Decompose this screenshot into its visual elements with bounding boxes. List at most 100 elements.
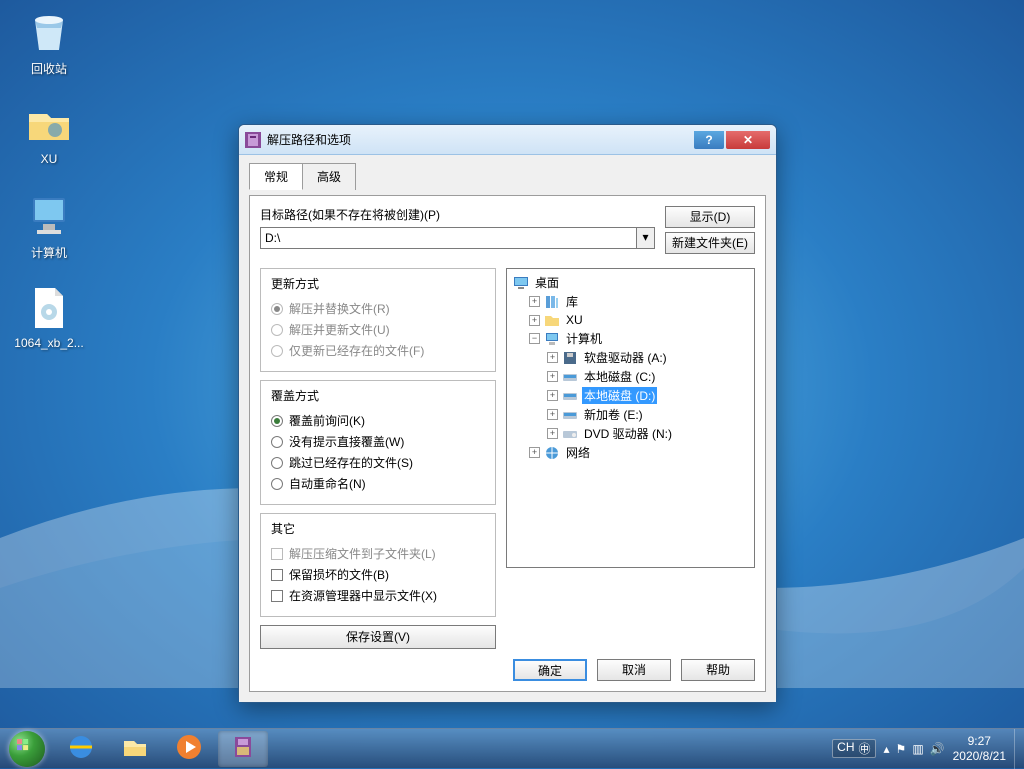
- tree-desktop[interactable]: 桌面: [511, 273, 750, 292]
- tree-network[interactable]: +网络: [511, 443, 750, 462]
- radio-icon: [271, 457, 283, 469]
- tree-drive-a[interactable]: +软盘驱动器 (A:): [511, 348, 750, 367]
- taskbar-ie[interactable]: [56, 731, 106, 767]
- radio-overwrite-no-prompt[interactable]: 没有提示直接覆盖(W): [271, 431, 485, 452]
- extract-dialog: 解压路径和选项 ? ✕ 常规 高级 目标路径(如果不存在将被创建)(P) ▾ 显…: [238, 124, 777, 703]
- file-icon: [25, 284, 73, 332]
- tree-libraries[interactable]: +库: [511, 292, 750, 311]
- destination-path-input[interactable]: [260, 227, 637, 249]
- recycle-bin-icon: [25, 8, 73, 56]
- radio-icon: [271, 345, 283, 357]
- clock[interactable]: 9:27 2020/8/21: [953, 734, 1006, 763]
- show-desktop-button[interactable]: [1014, 729, 1024, 769]
- group-title: 更新方式: [267, 275, 323, 292]
- tree-drive-c[interactable]: +本地磁盘 (C:): [511, 367, 750, 386]
- expander-icon[interactable]: +: [547, 390, 558, 401]
- expander-icon[interactable]: +: [529, 447, 540, 458]
- desktop-icon-folder-xu[interactable]: XU: [12, 100, 86, 166]
- tree-computer[interactable]: −计算机: [511, 329, 750, 348]
- folder-tree[interactable]: 桌面 +库 +XU −计算机 +软盘驱动器 (A:) +本地磁盘 (C:) +本…: [506, 268, 755, 568]
- volume-icon[interactable]: 🔊: [930, 742, 945, 756]
- check-keep-broken[interactable]: 保留损坏的文件(B): [271, 564, 485, 585]
- language-indicator[interactable]: CH㊥: [832, 739, 875, 758]
- close-button[interactable]: ✕: [726, 131, 770, 149]
- radio-extract-replace[interactable]: 解压并替换文件(R): [271, 298, 485, 319]
- folder-icon: [121, 733, 149, 764]
- desktop-icon-label: 计算机: [12, 244, 86, 261]
- group-title: 覆盖方式: [267, 387, 323, 404]
- radio-icon: [271, 303, 283, 315]
- check-show-in-explorer[interactable]: 在资源管理器中显示文件(X): [271, 585, 485, 606]
- winrar-icon: [245, 132, 261, 148]
- ime-icon: ㊥: [859, 740, 871, 757]
- update-mode-group: 更新方式 解压并替换文件(R) 解压并更新文件(U) 仅更新已经存在的文件(F): [260, 268, 496, 372]
- radio-icon: [271, 436, 283, 448]
- media-player-icon: [175, 733, 203, 764]
- tab-strip: 常规 高级: [249, 163, 766, 190]
- dialog-title: 解压路径和选项: [267, 131, 694, 148]
- tab-advanced[interactable]: 高级: [302, 163, 356, 190]
- system-tray: CH㊥ ▴ ⚑ ▥ 🔊 9:27 2020/8/21: [832, 734, 1014, 763]
- radio-ask-before-overwrite[interactable]: 覆盖前询问(K): [271, 410, 485, 431]
- network-icon: [544, 445, 560, 461]
- ie-icon: [67, 733, 95, 764]
- checkbox-icon: [271, 590, 283, 602]
- winrar-icon: [229, 733, 257, 764]
- ok-button[interactable]: 确定: [513, 659, 587, 681]
- radio-update-existing[interactable]: 仅更新已经存在的文件(F): [271, 340, 485, 361]
- new-folder-button[interactable]: 新建文件夹(E): [665, 232, 755, 254]
- desktop-icon-file[interactable]: 1064_xb_2...: [12, 284, 86, 350]
- save-settings-button[interactable]: 保存设置(V): [260, 625, 496, 649]
- desktop-icon-label: 回收站: [12, 60, 86, 77]
- path-dropdown-button[interactable]: ▾: [637, 227, 655, 249]
- drive-icon: [562, 407, 578, 423]
- desktop-icon: [513, 275, 529, 291]
- cancel-button[interactable]: 取消: [597, 659, 671, 681]
- expander-icon[interactable]: +: [547, 352, 558, 363]
- tree-drive-d[interactable]: +本地磁盘 (D:): [511, 386, 750, 405]
- dvd-icon: [562, 426, 578, 442]
- desktop-icon-computer[interactable]: 计算机: [12, 192, 86, 261]
- desktop-icon-label: XU: [12, 152, 86, 166]
- radio-skip-existing[interactable]: 跳过已经存在的文件(S): [271, 452, 485, 473]
- overwrite-mode-group: 覆盖方式 覆盖前询问(K) 没有提示直接覆盖(W) 跳过已经存在的文件(S) 自…: [260, 380, 496, 505]
- radio-icon: [271, 478, 283, 490]
- computer-icon: [25, 192, 73, 240]
- taskbar-explorer[interactable]: [110, 731, 160, 767]
- expander-icon[interactable]: +: [547, 428, 558, 439]
- tree-user-xu[interactable]: +XU: [511, 311, 750, 329]
- taskbar: CH㊥ ▴ ⚑ ▥ 🔊 9:27 2020/8/21: [0, 728, 1024, 768]
- folder-icon: [544, 312, 560, 328]
- check-extract-to-subfolder[interactable]: 解压压缩文件到子文件夹(L): [271, 543, 485, 564]
- floppy-icon: [562, 350, 578, 366]
- checkbox-icon: [271, 548, 283, 560]
- display-button[interactable]: 显示(D): [665, 206, 755, 228]
- expander-icon[interactable]: +: [547, 371, 558, 382]
- radio-icon: [271, 324, 283, 336]
- windows-logo-icon: [9, 731, 45, 767]
- radio-extract-update[interactable]: 解压并更新文件(U): [271, 319, 485, 340]
- taskbar-winrar[interactable]: [218, 731, 268, 767]
- tree-drive-dvd[interactable]: +DVD 驱动器 (N:): [511, 424, 750, 443]
- radio-auto-rename[interactable]: 自动重命名(N): [271, 473, 485, 494]
- tray-up-icon[interactable]: ▴: [884, 742, 890, 756]
- clock-date: 2020/8/21: [953, 749, 1006, 763]
- start-button[interactable]: [0, 729, 54, 769]
- computer-icon: [544, 331, 560, 347]
- taskbar-media-player[interactable]: [164, 731, 214, 767]
- path-label: 目标路径(如果不存在将被创建)(P): [260, 206, 655, 223]
- titlebar[interactable]: 解压路径和选项 ? ✕: [239, 125, 776, 155]
- expander-icon[interactable]: +: [529, 315, 540, 326]
- misc-group: 其它 解压压缩文件到子文件夹(L) 保留损坏的文件(B) 在资源管理器中显示文件…: [260, 513, 496, 617]
- expander-icon[interactable]: +: [529, 296, 540, 307]
- tab-general[interactable]: 常规: [249, 163, 303, 190]
- tree-drive-e[interactable]: +新加卷 (E:): [511, 405, 750, 424]
- help-button[interactable]: 帮助: [681, 659, 755, 681]
- expander-icon[interactable]: +: [547, 409, 558, 420]
- action-center-icon[interactable]: ⚑: [896, 742, 907, 756]
- expander-icon[interactable]: −: [529, 333, 540, 344]
- network-icon[interactable]: ▥: [912, 742, 923, 756]
- drive-icon: [562, 388, 578, 404]
- desktop-icon-recycle-bin[interactable]: 回收站: [12, 8, 86, 77]
- help-button[interactable]: ?: [694, 131, 724, 149]
